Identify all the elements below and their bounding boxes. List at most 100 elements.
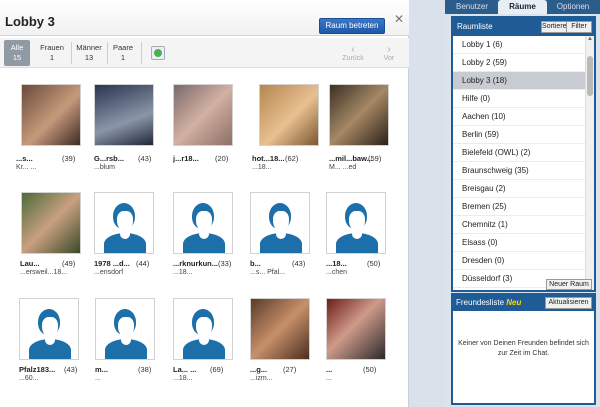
user-name[interactable]: Lau... — [20, 259, 40, 268]
user-location: ...chen — [326, 269, 348, 276]
user-location: ...18... — [173, 269, 193, 276]
user-avatar[interactable] — [95, 298, 155, 360]
right-panel: Benutzer Räume Optionen Raumliste Sortie… — [445, 0, 600, 407]
user-name[interactable]: hot...18... — [252, 154, 285, 163]
user-name[interactable]: ...18... — [326, 259, 347, 268]
room-list: Lobby 1 (6) Lobby 2 (59) Lobby 3 (18) Hi… — [453, 36, 585, 290]
user-age: (69) — [210, 365, 224, 374]
user-location: Kr... ... — [16, 164, 37, 171]
friends-header: Freundesliste Neu Aktualisieren — [453, 295, 594, 311]
room-item[interactable]: Bielefeld (OWL) (2) — [453, 144, 585, 162]
divider — [141, 42, 142, 64]
user-photo[interactable] — [329, 84, 389, 146]
user-age: (27) — [283, 365, 297, 374]
tab-men[interactable]: Männer 13 — [73, 40, 105, 66]
room-item[interactable]: Chemnitz (1) — [453, 216, 585, 234]
user-location: ...s... Pfal... — [250, 269, 286, 276]
user-age: (62) — [285, 154, 299, 163]
filter-button[interactable]: Filter — [566, 21, 592, 33]
room-item[interactable]: Aachen (10) — [453, 108, 585, 126]
tab-options[interactable]: Optionen — [548, 0, 598, 14]
room-list-title: Raumliste — [457, 22, 493, 31]
user-name[interactable]: m... — [95, 365, 108, 374]
user-name[interactable]: ...g... — [250, 365, 267, 374]
user-name[interactable]: ...mil...baw... — [329, 154, 373, 163]
user-name[interactable]: La... ... — [173, 365, 196, 374]
user-location: ...izm... — [250, 375, 273, 382]
back-label: Zurück — [342, 55, 364, 62]
user-photo[interactable] — [173, 84, 233, 146]
user-photo[interactable] — [21, 192, 81, 254]
user-name[interactable]: ...s... — [16, 154, 33, 163]
friends-empty-message: Keiner von Deinen Freunden befindet sich… — [458, 340, 589, 357]
user-location: ...ersweil...18... — [20, 269, 68, 276]
user-location: ...18... — [252, 164, 272, 171]
close-icon[interactable]: ✕ — [394, 12, 404, 26]
tab-all[interactable]: Alle 15 — [4, 40, 30, 66]
scroll-thumb[interactable] — [587, 56, 593, 96]
user-name[interactable]: b... — [250, 259, 261, 268]
user-avatar[interactable] — [94, 192, 154, 254]
next-label: Vor — [383, 55, 395, 62]
tab-count: 13 — [84, 53, 94, 62]
user-age: (33) — [218, 259, 232, 268]
divider — [107, 42, 108, 64]
user-name[interactable]: 1978 ...d... — [94, 259, 130, 268]
user-location: ...blum — [94, 164, 116, 171]
room-item[interactable]: Hilfe (0) — [453, 90, 585, 108]
tab-women[interactable]: Frauen 1 — [35, 40, 69, 66]
room-item[interactable]: Breisgau (2) — [453, 180, 585, 198]
user-avatar[interactable] — [173, 298, 233, 360]
user-name[interactable]: ... — [326, 365, 332, 374]
panel-tabs: Benutzer Räume Optionen — [445, 0, 600, 14]
room-item[interactable]: Lobby 2 (59) — [453, 54, 585, 72]
tab-users[interactable]: Benutzer — [447, 0, 497, 14]
refresh-button[interactable]: Aktualisieren — [545, 297, 592, 309]
user-avatar[interactable] — [19, 298, 79, 360]
user-avatar[interactable] — [250, 192, 310, 254]
user-age: (43) — [292, 259, 306, 268]
user-location: ... — [95, 375, 101, 382]
add-user-button[interactable] — [151, 46, 165, 60]
new-room-button[interactable]: Neuer Raum — [546, 279, 592, 290]
back-button[interactable]: ‹ Zurück — [338, 44, 368, 62]
user-name[interactable]: ...rknurkun... — [173, 259, 218, 268]
tab-rooms[interactable]: Räume — [498, 0, 547, 14]
user-photo[interactable] — [21, 84, 81, 146]
user-photo[interactable] — [94, 84, 154, 146]
plus-icon — [154, 49, 162, 57]
user-name[interactable]: G...rsb... — [94, 154, 124, 163]
user-photo[interactable] — [250, 298, 310, 360]
tab-couples[interactable]: Paare 1 — [109, 40, 137, 66]
room-item[interactable]: Berlin (59) — [453, 126, 585, 144]
tab-label: Männer — [76, 43, 102, 52]
room-item[interactable]: Elsass (0) — [453, 234, 585, 252]
room-item-selected[interactable]: Lobby 3 (18) — [453, 72, 585, 90]
room-list-scrollbar[interactable]: ▲ ▼ — [585, 36, 594, 290]
user-age: (50) — [367, 259, 381, 268]
user-avatar[interactable] — [326, 192, 386, 254]
room-list-panel: Raumliste Sortieren▾ Filter Lobby 1 (6) … — [451, 16, 596, 292]
chevron-right-icon: › — [387, 44, 391, 55]
tab-label: Alle — [10, 43, 24, 52]
room-item[interactable]: Dresden (0) — [453, 252, 585, 270]
room-item[interactable]: Braunschweig (35) — [453, 162, 585, 180]
lobby-window: Lobby 3 Raum betreten ✕ Alle 15 Frauen 1… — [0, 0, 409, 407]
user-age: (38) — [138, 365, 152, 374]
room-item[interactable]: Lobby 1 (6) — [453, 36, 585, 54]
user-age: (43) — [64, 365, 78, 374]
scroll-up-icon[interactable]: ▲ — [586, 36, 594, 44]
tab-count: 1 — [49, 53, 55, 62]
room-item[interactable]: Bremen (25) — [453, 198, 585, 216]
enter-room-button[interactable]: Raum betreten — [319, 18, 385, 34]
tab-label: Frauen — [40, 43, 64, 52]
user-name[interactable]: j...r18... — [173, 154, 199, 163]
friends-title-text: Freundesliste — [456, 298, 505, 307]
user-name[interactable]: Pfalz183... — [19, 365, 55, 374]
next-button[interactable]: › Vor — [374, 44, 404, 62]
user-age: (49) — [62, 259, 76, 268]
user-photo[interactable] — [259, 84, 319, 146]
user-avatar[interactable] — [173, 192, 233, 254]
user-photo[interactable] — [326, 298, 386, 360]
user-age: (59) — [368, 154, 382, 163]
